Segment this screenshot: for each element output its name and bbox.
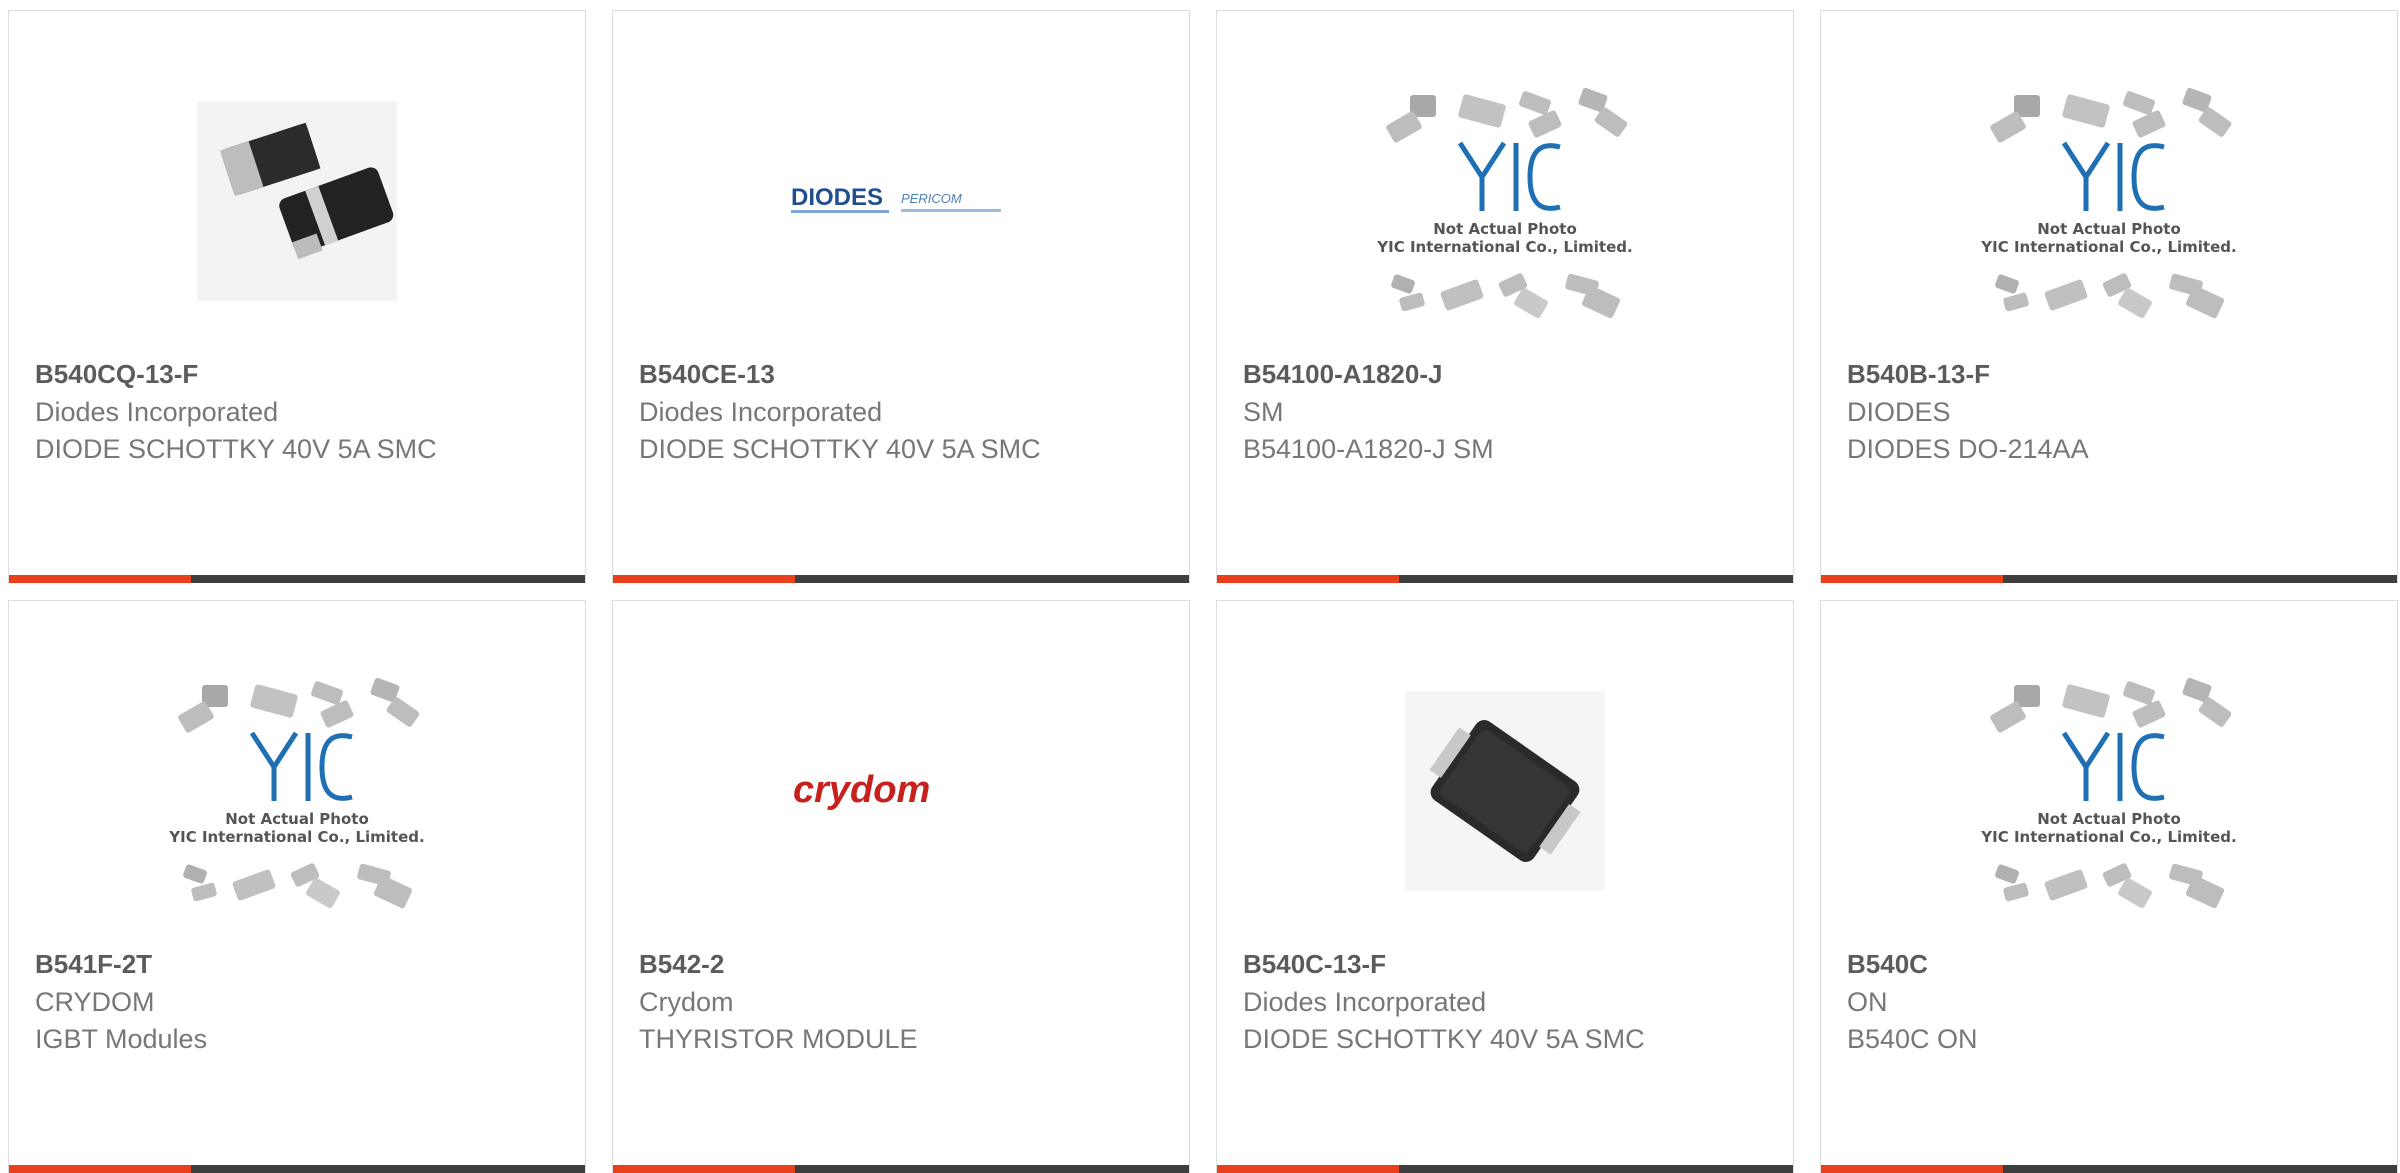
logo-crydom-text: crydom [793, 769, 930, 811]
card-accent [1217, 575, 1399, 583]
yic-placeholder-image: Not Actual PhotoYIC International Co., L… [1980, 87, 2237, 319]
not-actual-photo-text: Not Actual Photo [1433, 220, 1577, 238]
chip-cluster-top [1386, 87, 1628, 143]
yic-placeholder-image: Not Actual PhotoYIC International Co., L… [1980, 677, 2237, 909]
product-image[interactable]: crydom [613, 671, 1189, 911]
part-number[interactable]: B540CE-13 [639, 359, 775, 390]
product-grid: B540CQ-13-F Diodes Incorporated DIODE SC… [0, 0, 2400, 1173]
chip-cluster-bottom [183, 863, 413, 909]
card-bottom-bar [1217, 1165, 1793, 1173]
product-image[interactable]: DIODES PERICOM [613, 81, 1189, 321]
yic-placeholder-image: Not Actual PhotoYIC International Co., L… [168, 677, 425, 909]
yic-logo-icon [2061, 141, 2165, 211]
card-accent [1217, 1165, 1399, 1173]
description: B540C ON [1847, 1024, 1978, 1054]
yic-logo-icon [249, 731, 353, 801]
description: DIODES DO-214AA [1847, 434, 2089, 464]
manufacturer: Diodes Incorporated [639, 397, 883, 427]
chip-cluster-top [1990, 677, 2232, 733]
part-number[interactable]: B540CQ-13-F [35, 359, 198, 390]
chip-cluster-bottom [1995, 863, 2225, 909]
yic-company-text: YIC International Co., Limited. [1980, 828, 2236, 846]
card-bottom-bar [9, 1165, 585, 1173]
manufacturer: Diodes Incorporated [35, 397, 279, 427]
yic-company-text: YIC International Co., Limited. [1376, 238, 1632, 256]
product-card[interactable]: Not Actual Photo YIC International Co., L… [1216, 10, 1794, 583]
yic-placeholder-image: Not Actual PhotoYIC International Co., L… [1376, 87, 1633, 319]
chip-cluster-top [178, 677, 420, 733]
card-accent [1821, 1165, 2003, 1173]
smc-diode-photo [1405, 691, 1605, 891]
card-bottom-bar [9, 575, 585, 583]
product-card[interactable]: Not Actual Photo YIC International Co., L… [8, 600, 586, 1173]
description: DIODE SCHOTTKY 40V 5A SMC [1243, 1024, 1645, 1054]
manufacturer: SM [1243, 397, 1284, 427]
product-card[interactable]: Not Actual Photo YIC International Co., L… [1820, 10, 2398, 583]
yic-company-text: YIC International Co., Limited. [168, 828, 424, 846]
card-accent [9, 1165, 191, 1173]
description: THYRISTOR MODULE [639, 1024, 918, 1054]
part-number[interactable]: B542-2 [639, 949, 724, 980]
card-accent [613, 575, 795, 583]
manufacturer: Diodes Incorporated [1243, 987, 1487, 1017]
description: DIODE SCHOTTKY 40V 5A SMC [35, 434, 437, 464]
product-card[interactable]: B540CQ-13-F Diodes Incorporated DIODE SC… [8, 10, 586, 583]
card-accent [613, 1165, 795, 1173]
part-number[interactable]: B540B-13-F [1847, 359, 1990, 390]
product-image[interactable] [9, 81, 585, 321]
part-number[interactable]: B540C-13-F [1243, 949, 1386, 980]
manufacturer: DIODES [1847, 397, 1951, 427]
product-card[interactable]: DIODES PERICOM B540CE-13 Diodes Incorpor… [612, 10, 1190, 583]
product-card[interactable]: crydom B542-2 Crydom THYRISTOR MODULE [612, 600, 1190, 1173]
not-actual-photo-text: Not Actual Photo [2037, 810, 2181, 828]
card-bottom-bar [1821, 1165, 2397, 1173]
logo-diodes-text: DIODES [791, 184, 883, 211]
manufacturer: CRYDOM [35, 987, 155, 1017]
manufacturer: ON [1847, 987, 1888, 1017]
chip-cluster-bottom [1995, 273, 2225, 319]
manufacturer: Crydom [639, 987, 734, 1017]
yic-company-text: YIC International Co., Limited. [1980, 238, 2236, 256]
part-number[interactable]: B541F-2T [35, 949, 152, 980]
description: B54100-A1820-J SM [1243, 434, 1494, 464]
product-card[interactable]: Not Actual Photo YIC International Co., L… [1820, 600, 2398, 1173]
product-image[interactable]: Not Actual Photo YIC International Co., L… [1821, 81, 2397, 321]
crydom-logo: crydom [793, 769, 930, 811]
diodes-pericom-logo: DIODES PERICOM [791, 184, 1001, 213]
description: IGBT Modules [35, 1024, 208, 1054]
product-image[interactable]: Not Actual Photo YIC International Co., L… [1821, 671, 2397, 911]
product-image[interactable]: Not Actual Photo YIC International Co., L… [1217, 81, 1793, 321]
card-bottom-bar [613, 1165, 1189, 1173]
card-bottom-bar [613, 575, 1189, 583]
part-number[interactable]: B54100-A1820-J [1243, 359, 1442, 390]
card-accent [9, 575, 191, 583]
not-actual-photo-text: Not Actual Photo [2037, 220, 2181, 238]
card-accent [1821, 575, 2003, 583]
part-number[interactable]: B540C [1847, 949, 1928, 980]
product-card[interactable]: B540C-13-F Diodes Incorporated DIODE SCH… [1216, 600, 1794, 1173]
chip-cluster-top [1990, 87, 2232, 143]
card-bottom-bar [1217, 575, 1793, 583]
logo-pericom-text: PERICOM [901, 191, 962, 206]
smc-diode-pair-photo [197, 101, 397, 301]
product-image[interactable] [1217, 671, 1793, 911]
description: DIODE SCHOTTKY 40V 5A SMC [639, 434, 1041, 464]
yic-logo-icon [2061, 731, 2165, 801]
product-image[interactable]: Not Actual Photo YIC International Co., L… [9, 671, 585, 911]
chip-cluster-bottom [1391, 273, 1621, 319]
yic-logo-icon [1457, 141, 1561, 211]
card-bottom-bar [1821, 575, 2397, 583]
not-actual-photo-text: Not Actual Photo [225, 810, 369, 828]
